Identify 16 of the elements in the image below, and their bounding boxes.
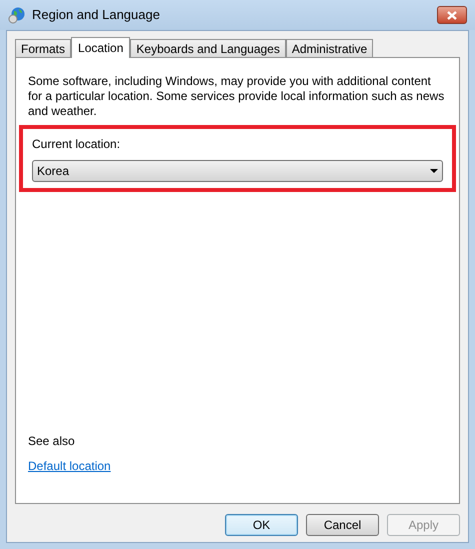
location-dropdown[interactable]: Korea [32, 160, 443, 182]
close-icon [447, 10, 457, 20]
description-text: Some software, including Windows, may provide you with additional content for a particular location. Some services provide local information such as news and weather. [28, 74, 446, 119]
see-also-heading: See also [28, 433, 75, 450]
tab[interactable]: Keyboards and Languages [130, 39, 286, 57]
tab[interactable]: Administrative [286, 39, 374, 57]
caret-icon [430, 169, 438, 173]
tab[interactable]: Formats [15, 39, 72, 57]
location-label: Current location: [32, 136, 120, 153]
window-title: Region and Language [32, 6, 161, 24]
close-button[interactable] [437, 6, 467, 24]
globe-icon [8, 6, 26, 24]
default-location-link[interactable]: Default location [28, 457, 111, 475]
dialog-button[interactable]: OK [225, 514, 298, 536]
dialog-button[interactable]: Cancel [306, 514, 379, 536]
tab[interactable]: Location [71, 37, 130, 58]
